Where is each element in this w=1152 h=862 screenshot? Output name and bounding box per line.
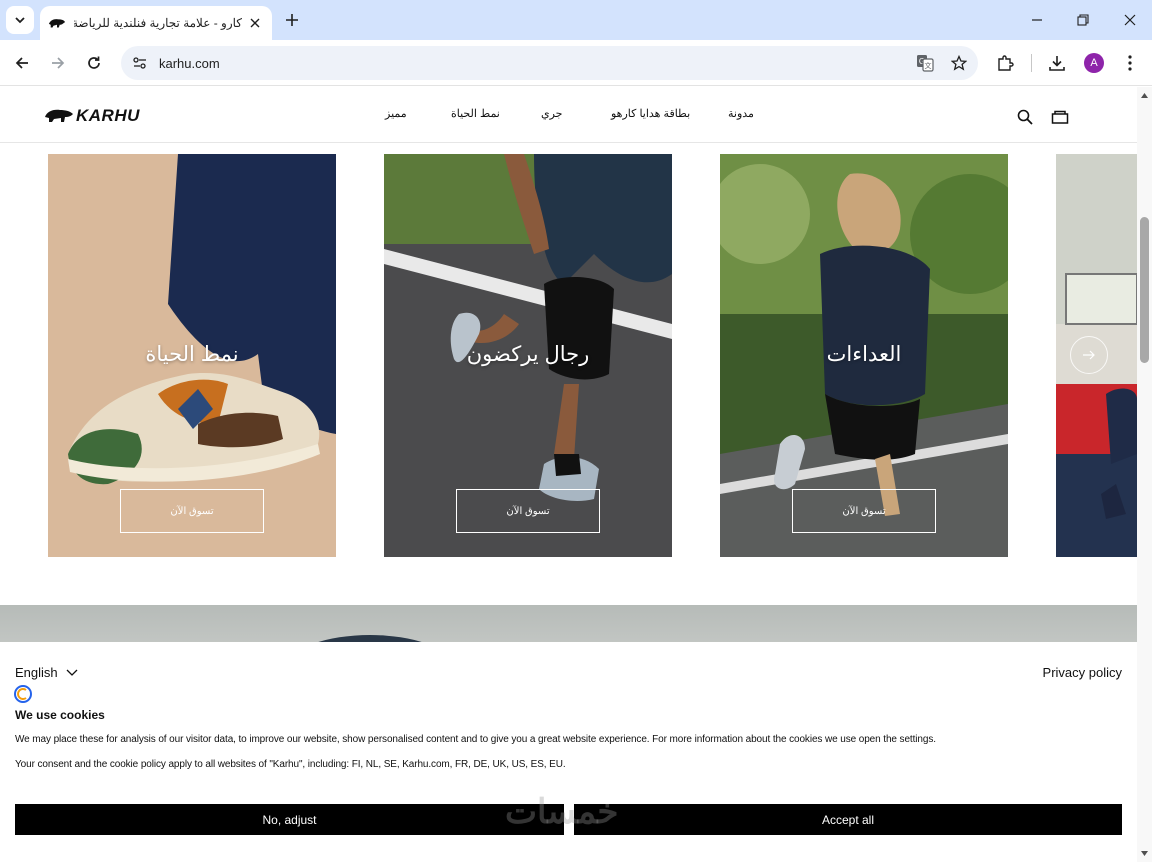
category-card-men-running[interactable]: رجال يركضون تسوق الآن — [384, 154, 672, 557]
karhu-favicon-icon — [48, 19, 66, 28]
reload-button[interactable] — [80, 49, 108, 77]
cart-icon[interactable] — [1050, 107, 1070, 127]
svg-text:文: 文 — [925, 61, 932, 70]
close-tab-icon[interactable] — [246, 14, 264, 32]
card-title: نمط الحياة — [145, 343, 239, 366]
category-card-partial[interactable] — [1056, 154, 1137, 557]
no-adjust-button[interactable]: No, adjust — [15, 804, 564, 835]
scroll-thumb[interactable] — [1140, 217, 1149, 363]
restore-icon — [1077, 14, 1089, 26]
arrow-left-icon — [15, 57, 28, 69]
karhu-logo[interactable]: KARHU — [44, 106, 140, 126]
carousel-next-icon[interactable] — [1070, 336, 1108, 374]
active-tab[interactable]: كارو - علامة تجارية فنلندية للرياضة — [40, 6, 272, 40]
browser-tabstrip: كارو - علامة تجارية فنلندية للرياضة — [0, 0, 1152, 40]
scroll-down-icon[interactable] — [1140, 849, 1149, 858]
cookie-title: We use cookies — [15, 708, 105, 722]
browser-menu-button[interactable] — [1116, 49, 1144, 77]
close-window-button[interactable] — [1118, 8, 1142, 32]
close-icon — [1124, 14, 1136, 26]
card-title: رجال يركضون — [466, 343, 590, 366]
category-card-women-running[interactable]: العداءات تسوق الآن — [720, 154, 1008, 557]
download-icon — [1049, 56, 1065, 71]
bear-logo-icon — [45, 109, 73, 122]
web-page: KARHU مميز نمط الحياة جري بطاقة هدايا كا… — [0, 87, 1137, 862]
url-text[interactable]: karhu.com — [159, 56, 910, 71]
extensions-button[interactable] — [991, 49, 1019, 77]
category-card-lifestyle[interactable]: نمط الحياة تسوق الآن — [48, 154, 336, 557]
reload-icon — [88, 56, 100, 69]
nav-item-blog[interactable]: مدونة — [728, 107, 754, 120]
plus-icon — [286, 14, 298, 26]
nav-item-running[interactable]: جري — [541, 107, 562, 120]
tab-title: كارو - علامة تجارية فنلندية للرياضة — [74, 16, 242, 30]
shop-now-button[interactable]: تسوق الآن — [792, 489, 936, 533]
new-tab-button[interactable] — [282, 10, 302, 30]
card-title: العداءات — [826, 343, 902, 366]
site-header: KARHU مميز نمط الحياة جري بطاقة هدايا كا… — [0, 87, 1137, 143]
language-selector[interactable]: English — [15, 665, 78, 680]
language-label: English — [15, 665, 58, 680]
site-info-icon[interactable] — [123, 46, 157, 80]
nav-item-featured[interactable]: مميز — [385, 107, 407, 120]
arrow-right-icon — [52, 57, 65, 69]
privacy-policy-link[interactable]: Privacy policy — [1043, 665, 1122, 680]
accept-all-button[interactable]: Accept all — [574, 804, 1122, 835]
nav-item-lifestyle[interactable]: نمط الحياة — [451, 107, 500, 120]
more-vertical-icon — [1128, 55, 1132, 71]
cookie-description: We may place these for analysis of our v… — [15, 734, 936, 745]
browser-toolbar: karhu.com G文 A — [0, 40, 1152, 86]
chevron-down-icon — [15, 17, 25, 24]
shop-now-button[interactable]: تسوق الآن — [120, 489, 264, 533]
profile-avatar[interactable]: A — [1084, 53, 1104, 73]
address-bar[interactable]: karhu.com G文 — [121, 46, 978, 80]
shop-now-button[interactable]: تسوق الآن — [456, 489, 600, 533]
translate-icon[interactable]: G文 — [910, 48, 940, 78]
minimize-button[interactable] — [1025, 8, 1049, 32]
puzzle-icon — [998, 55, 1014, 71]
search-icon[interactable] — [1015, 107, 1035, 127]
nav-item-gift-card[interactable]: بطاقة هدايا كارهو — [611, 107, 690, 120]
watermark-text: خمسات — [505, 793, 619, 831]
chevron-down-icon — [66, 669, 78, 676]
scroll-up-icon[interactable] — [1140, 91, 1149, 100]
minimize-icon — [1032, 19, 1042, 21]
logo-text: KARHU — [76, 106, 140, 125]
tab-search-button[interactable] — [6, 6, 34, 34]
page-scrollbar[interactable] — [1137, 87, 1152, 862]
forward-button[interactable] — [44, 49, 72, 77]
toolbar-separator — [1031, 54, 1032, 72]
downloads-button[interactable] — [1043, 49, 1071, 77]
restore-button[interactable] — [1071, 8, 1095, 32]
back-button[interactable] — [8, 49, 36, 77]
cookie-consent-logo-icon — [14, 685, 32, 703]
cookie-scope-text: Your consent and the cookie policy apply… — [15, 759, 566, 770]
cookie-banner: English Privacy policy We use cookies We… — [0, 642, 1137, 862]
bookmark-star-icon[interactable] — [944, 48, 974, 78]
